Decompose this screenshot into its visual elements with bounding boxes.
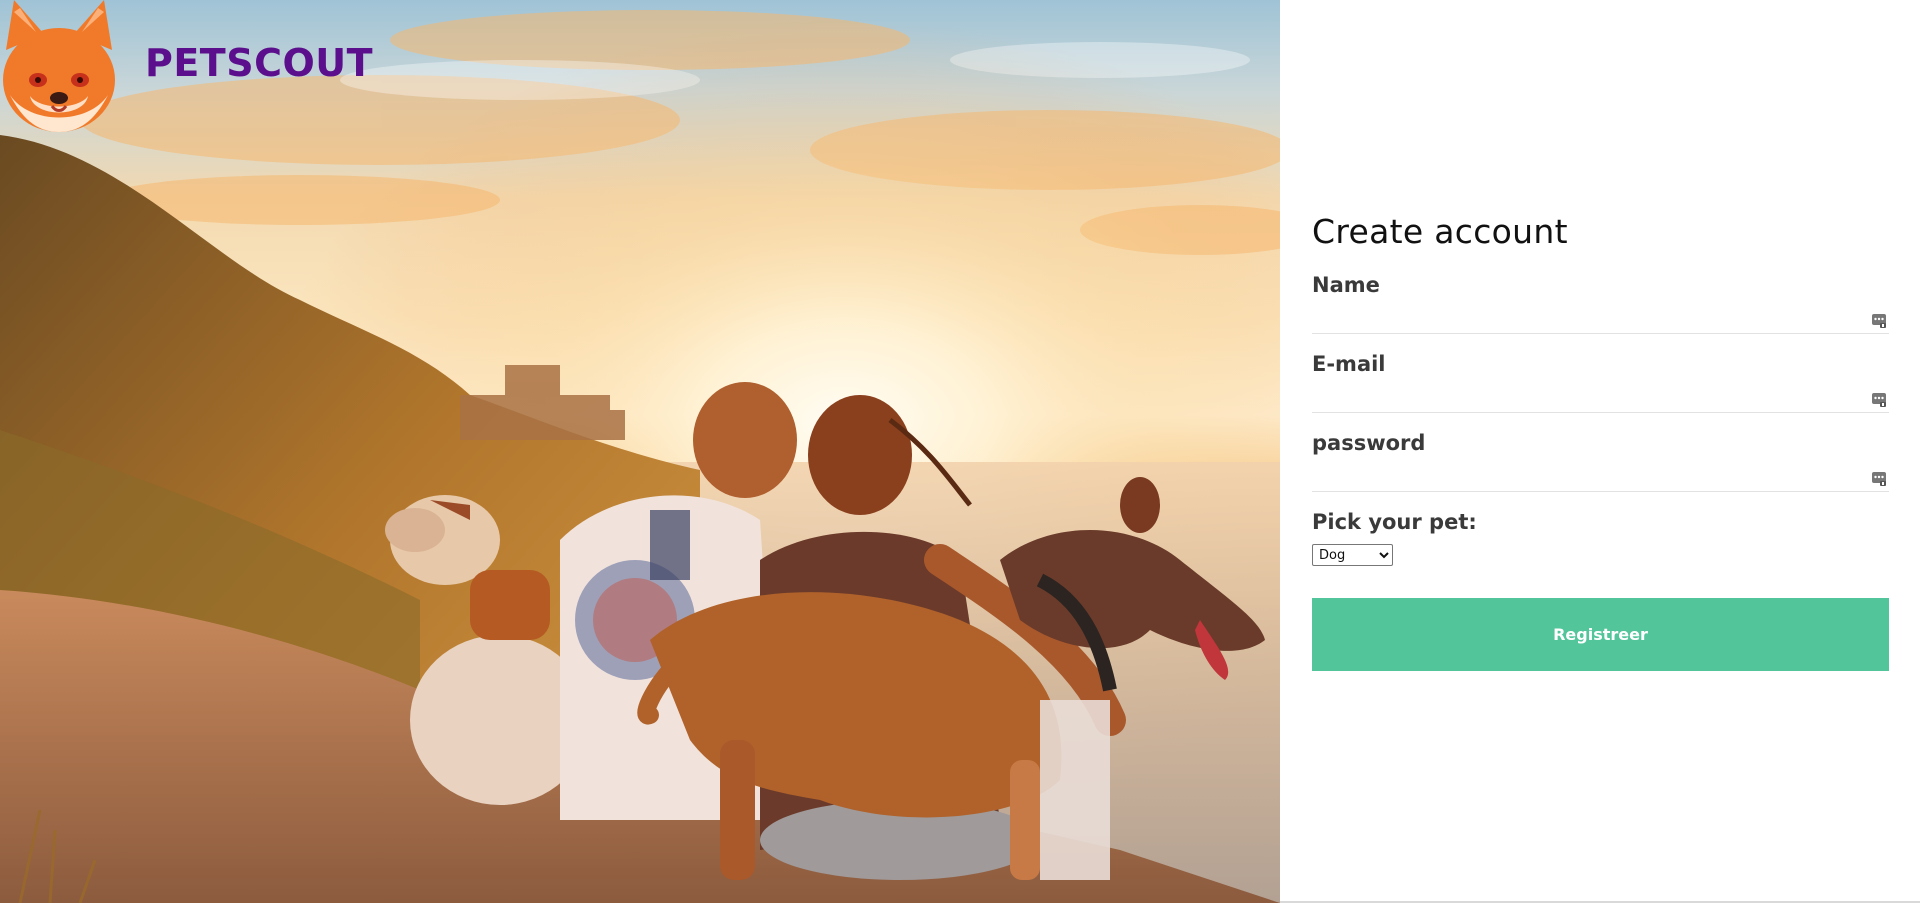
name-input[interactable] (1312, 304, 1889, 334)
password-field-group: password (1312, 431, 1889, 510)
pet-select[interactable]: Dog (1312, 544, 1393, 566)
sunset-people-with-dogs-photo (0, 0, 1280, 903)
password-manager-autofill-icon[interactable] (1871, 392, 1887, 408)
pet-label: Pick your pet: (1312, 510, 1477, 534)
email-label: E-mail (1312, 352, 1386, 376)
password-input[interactable] (1312, 462, 1889, 492)
brand-name: PETSCOUT (145, 41, 374, 85)
email-input[interactable] (1312, 383, 1889, 413)
page-title: Create account (1312, 212, 1568, 251)
password-manager-autofill-icon[interactable] (1871, 471, 1887, 487)
registration-form: Create account Name E-mail password Pick… (1312, 212, 1889, 671)
register-button[interactable]: Registreer (1312, 598, 1889, 671)
name-label: Name (1312, 273, 1380, 297)
registration-panel: Create account Name E-mail password Pick… (1280, 0, 1920, 903)
email-field-group: E-mail (1312, 352, 1889, 431)
password-manager-autofill-icon[interactable] (1871, 313, 1887, 329)
shiba-fox-face-icon (3, 0, 115, 132)
name-field-group: Name (1312, 273, 1889, 352)
hero-photo: PETSCOUT (0, 0, 1280, 903)
password-label: password (1312, 431, 1426, 455)
